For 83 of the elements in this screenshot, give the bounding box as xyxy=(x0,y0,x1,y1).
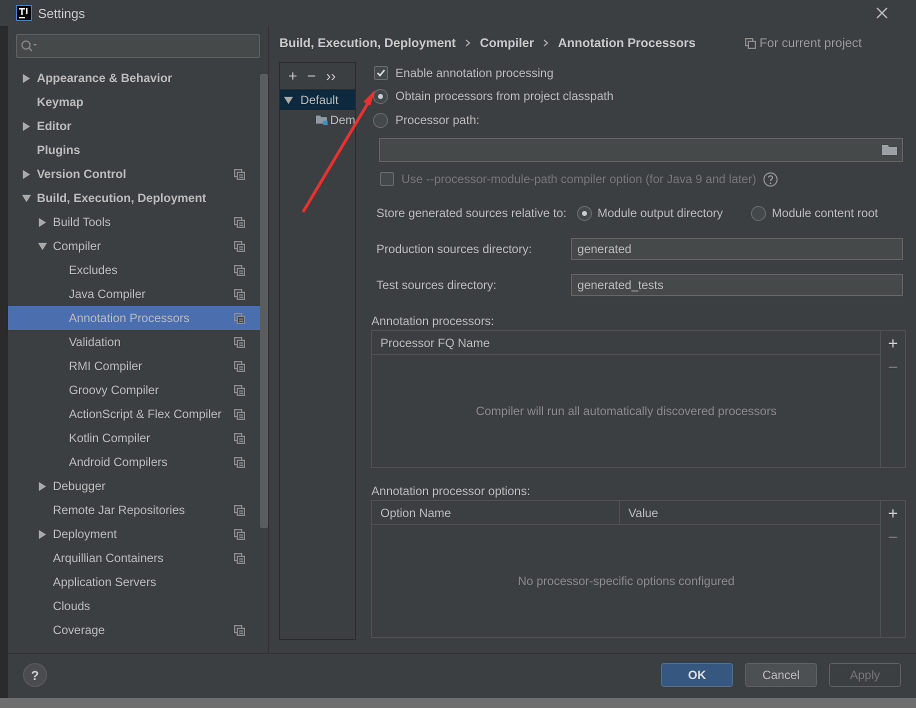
empty-message: No processor-specific options configured xyxy=(518,574,735,588)
radio-button[interactable] xyxy=(576,206,592,220)
sidebar-item[interactable]: Java Compiler xyxy=(8,282,260,306)
radio-label: Obtain processors from project classpath xyxy=(395,89,614,103)
dialog-button[interactable]: Cancel xyxy=(745,663,817,687)
checkmark-icon xyxy=(376,68,386,78)
field-label: Test sources directory: xyxy=(376,278,498,292)
sidebar-item[interactable]: Arquillian Containers xyxy=(8,546,260,570)
breadcrumb-item: Build, Execution, Deployment xyxy=(279,36,456,50)
sidebar-item[interactable]: Editor xyxy=(8,114,260,138)
empty-message: Compiler will run all automatically discovered processors xyxy=(476,404,777,418)
sidebar-item[interactable]: Validation xyxy=(8,330,260,354)
sidebar-item[interactable]: Keymap xyxy=(8,90,260,114)
collapse-arrow-icon[interactable] xyxy=(284,96,294,104)
sidebar-item[interactable]: Application Servers xyxy=(8,570,260,594)
expand-arrow-icon[interactable] xyxy=(38,482,47,490)
sidebar-item[interactable]: Build, Execution, Deployment xyxy=(8,186,260,210)
section-title: Annotation processor options: xyxy=(371,483,532,500)
sidebar-item[interactable]: Compiler xyxy=(8,234,260,258)
folder-icon[interactable] xyxy=(882,144,898,156)
search-icon xyxy=(20,40,37,52)
input-field[interactable]: generated_tests xyxy=(571,274,903,296)
expand-arrow-icon[interactable] xyxy=(22,170,31,178)
sidebar-item[interactable]: Version Control xyxy=(8,162,260,186)
sidebar-item[interactable]: Android Compilers xyxy=(8,450,260,474)
toolbar-button[interactable]: − xyxy=(303,68,320,84)
sidebar-item[interactable]: Plugins xyxy=(8,138,260,162)
sidebar-item[interactable]: Debugger xyxy=(8,474,260,498)
project-scope-icon xyxy=(744,38,756,48)
sidebar-item[interactable]: Clouds xyxy=(8,594,260,618)
module-item[interactable]: Dem xyxy=(280,110,356,130)
scope-note: For current project xyxy=(760,36,862,50)
toolbar-button[interactable]: ›› xyxy=(322,68,340,84)
help-button[interactable]: ? xyxy=(23,663,47,687)
breadcrumb-item: Compiler xyxy=(480,36,534,50)
column-header[interactable]: Processor FQ Name xyxy=(372,331,880,354)
checkbox-label: Enable annotation processing xyxy=(395,66,554,80)
input-field[interactable]: generated xyxy=(571,238,903,260)
scrollbar-thumb[interactable] xyxy=(260,74,268,528)
chevron-icon xyxy=(464,39,471,47)
window-title: Settings xyxy=(38,6,85,20)
sidebar-item[interactable]: RMI Compiler xyxy=(8,354,260,378)
sidebar-item[interactable]: Excludes xyxy=(8,258,260,282)
field-label: Production sources directory: xyxy=(376,242,533,256)
collapse-arrow-icon[interactable] xyxy=(22,194,31,202)
radio-button[interactable] xyxy=(373,88,388,104)
radio-label: Processor path: xyxy=(395,113,480,127)
sidebar-item[interactable]: Build Tools xyxy=(8,210,260,234)
radio-label: Module content root xyxy=(772,206,878,220)
sidebar-item[interactable]: Kotlin Compiler xyxy=(8,426,260,450)
toolbar-button[interactable]: + xyxy=(888,502,898,526)
field-label: Store generated sources relative to: xyxy=(376,206,567,220)
expand-arrow-icon[interactable] xyxy=(22,74,31,82)
collapse-arrow-icon[interactable] xyxy=(38,242,47,250)
sidebar-item[interactable]: Groovy Compiler xyxy=(8,378,260,402)
radio-label: Module output directory xyxy=(598,206,723,220)
expand-arrow-icon[interactable] xyxy=(22,122,31,130)
checkbox-label: Use --processor-module-path compiler option (for Java 9 and later) xyxy=(401,172,756,186)
path-field[interactable] xyxy=(379,138,903,162)
profile-item[interactable]: Default xyxy=(280,90,356,110)
sidebar-item[interactable]: ActionScript & Flex Compiler xyxy=(8,402,260,426)
dialog-button[interactable]: OK xyxy=(661,663,733,687)
help-icon[interactable] xyxy=(763,172,778,186)
sidebar-item[interactable]: Deployment xyxy=(8,522,260,546)
radio-button[interactable] xyxy=(373,112,388,128)
chevron-icon xyxy=(543,39,550,47)
app-logo-icon xyxy=(16,5,32,21)
close-icon[interactable] xyxy=(876,7,888,19)
expand-arrow-icon[interactable] xyxy=(38,218,47,226)
column-header[interactable]: Option Name xyxy=(372,501,620,524)
toolbar-button[interactable]: + xyxy=(284,68,302,84)
toolbar-button[interactable]: + xyxy=(888,332,898,356)
expand-arrow-icon[interactable] xyxy=(38,530,47,538)
section-title: Annotation processors: xyxy=(371,313,496,330)
module-folder-icon xyxy=(316,113,328,127)
radio-button[interactable] xyxy=(750,206,766,220)
search-field[interactable] xyxy=(16,34,260,58)
column-header[interactable]: Value xyxy=(620,501,880,524)
sidebar-item[interactable]: Coverage xyxy=(8,618,260,642)
breadcrumb-item: Annotation Processors xyxy=(558,36,696,50)
sidebar-item[interactable]: Appearance & Behavior xyxy=(8,66,260,90)
sidebar-item[interactable]: Remote Jar Repositories xyxy=(8,498,260,522)
checkbox[interactable] xyxy=(374,66,388,80)
